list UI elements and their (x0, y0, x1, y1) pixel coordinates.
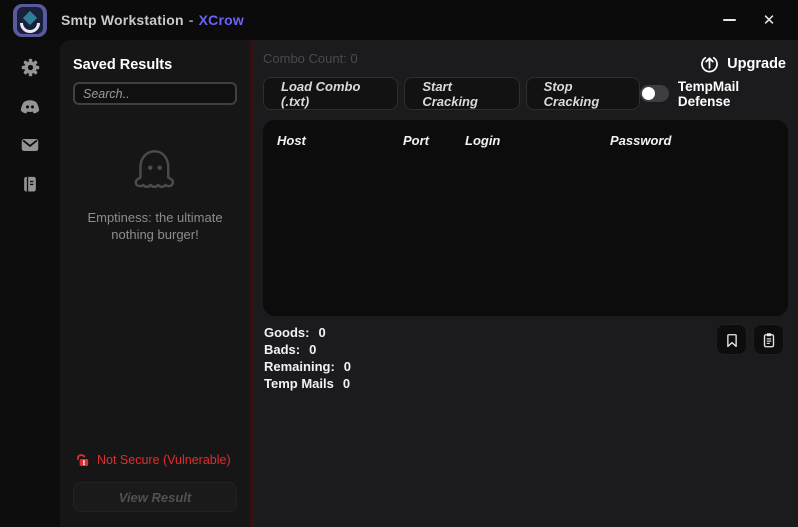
column-header-login: Login (465, 133, 610, 148)
upgrade-label: Upgrade (727, 56, 786, 72)
load-combo-button[interactable]: Load Combo (.txt) (263, 77, 398, 110)
minimize-button[interactable] (714, 5, 744, 35)
main-area: Combo Count: 0 Upgrade Load Combo (.txt)… (253, 40, 798, 527)
close-button[interactable]: ✕ (754, 5, 784, 35)
stat-label: Goods: (264, 324, 310, 341)
search-input[interactable] (73, 82, 237, 105)
app-logo-icon (13, 4, 47, 37)
title-separator: - (189, 12, 194, 28)
security-status-text: Not Secure (Vulnerable) (97, 453, 231, 467)
stop-cracking-button[interactable]: Stop Cracking (526, 77, 641, 110)
empty-state-text: Emptiness: the ultimate nothing burger! (79, 209, 231, 243)
stat-label: Bads: (264, 341, 300, 358)
logs-icon[interactable] (19, 173, 41, 195)
bookmark-button[interactable] (716, 324, 747, 355)
column-header-host: Host (277, 133, 403, 148)
mail-icon[interactable] (19, 134, 41, 156)
discord-icon[interactable] (19, 95, 41, 117)
clipboard-icon (760, 331, 778, 349)
window-title: Smtp Workstation-XCrow (61, 12, 244, 28)
saved-results-header: Saved Results (73, 57, 237, 73)
bookmark-icon (723, 331, 741, 349)
stat-temp-mails: Temp Mails 0 (264, 375, 351, 392)
toggle-knob (642, 87, 655, 100)
result-action-buttons (716, 324, 784, 355)
upgrade-icon (699, 53, 720, 74)
sidebar-rail (0, 40, 60, 527)
stat-bads: Bads: 0 (264, 341, 351, 358)
stat-value: 0 (344, 358, 351, 375)
column-header-password: Password (610, 133, 788, 148)
minimize-icon (723, 19, 736, 21)
stat-remaining: Remaining: 0 (264, 358, 351, 375)
tempmail-toggle[interactable] (640, 85, 669, 102)
stat-value: 0 (309, 341, 316, 358)
settings-icon[interactable] (19, 56, 41, 78)
stat-value: 0 (319, 324, 326, 341)
table-header-row: Host Port Login Password (277, 133, 788, 148)
empty-state: Emptiness: the ultimate nothing burger! (73, 141, 237, 243)
ghost-icon (125, 141, 185, 201)
start-cracking-button[interactable]: Start Cracking (404, 77, 519, 110)
stats-block: Goods:0 Bads:0 Remaining:0 Temp Mails0 (263, 324, 351, 392)
app-window: Smtp Workstation-XCrow ✕ (0, 0, 798, 527)
unlocked-lock-icon (74, 451, 91, 469)
content-area: Saved Results Emptiness: the ultimate no… (0, 40, 798, 527)
tempmail-defense-control: TempMail Defense (640, 79, 786, 109)
clipboard-button[interactable] (753, 324, 784, 355)
column-header-port: Port (403, 133, 465, 148)
stat-value: 0 (343, 375, 350, 392)
security-status: Not Secure (Vulnerable) (73, 451, 237, 469)
app-title-text: Smtp Workstation (61, 12, 184, 28)
tempmail-label: TempMail Defense (678, 79, 786, 109)
brand-name: XCrow (199, 12, 244, 28)
results-table: Host Port Login Password (263, 120, 788, 316)
action-buttons: Load Combo (.txt) Start Cracking Stop Cr… (263, 77, 640, 110)
stat-label: Remaining: (264, 358, 335, 375)
titlebar: Smtp Workstation-XCrow ✕ (0, 0, 798, 40)
stat-goods: Goods: 0 (264, 324, 351, 341)
stat-label: Temp Mails (264, 375, 334, 392)
upgrade-button[interactable]: Upgrade (699, 53, 786, 74)
saved-results-panel: Saved Results Emptiness: the ultimate no… (60, 40, 250, 527)
view-result-button[interactable]: View Result (73, 482, 237, 512)
window-controls: ✕ (714, 5, 798, 35)
combo-count-label: Combo Count: 0 (263, 51, 358, 66)
